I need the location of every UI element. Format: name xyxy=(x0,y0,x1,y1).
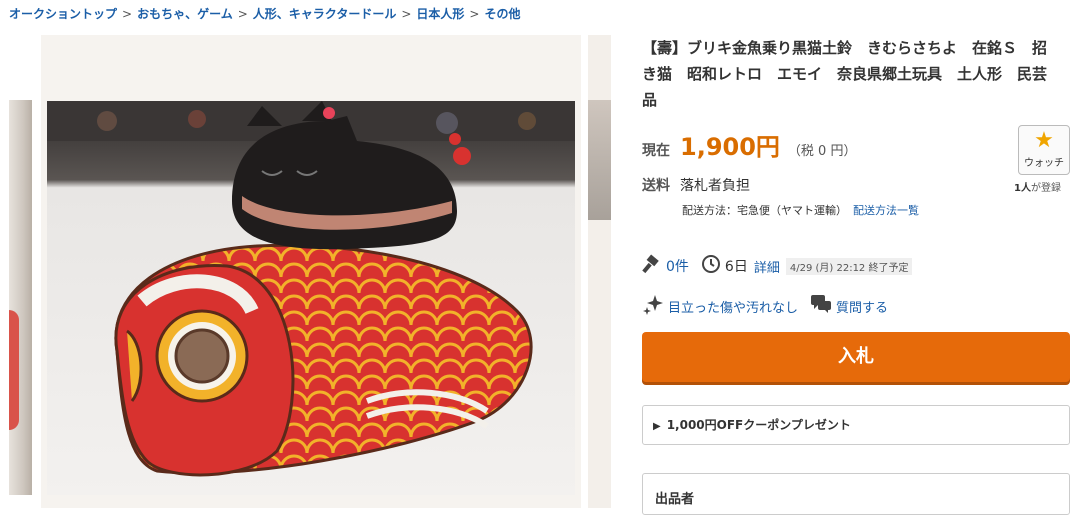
auction-meta: 0件 6日 詳細 4/29 (月) 22:12 終了予定 xyxy=(642,254,913,278)
product-photo-illustration xyxy=(47,101,575,495)
current-price-label: 現在 xyxy=(642,143,670,159)
breadcrumb-japanese-dolls[interactable]: 日本人形 xyxy=(416,7,464,21)
seller-section: 出品者 xyxy=(642,473,1070,515)
current-price: 1,900円 xyxy=(680,133,780,161)
breadcrumb-auction-top[interactable]: オークショントップ xyxy=(9,7,117,21)
seller-label: 出品者 xyxy=(655,492,695,507)
next-image-preview[interactable] xyxy=(588,35,611,508)
shipping-value: 落札者負担 xyxy=(680,178,750,194)
star-icon: ★ xyxy=(1034,128,1054,153)
breadcrumb: オークショントップ > おもちゃ、ゲーム > 人形、キャラクタードール > 日本人形 > その他 xyxy=(9,7,521,21)
breadcrumb-dolls-characters[interactable]: 人形、キャラクタードール xyxy=(253,7,397,21)
shipping-methods-link[interactable]: 配送方法一覧 xyxy=(853,204,919,217)
sparkle-icon xyxy=(642,293,664,319)
item-title: 【壽】ブリキ金魚乗り黒猫土鈴 きむらさちよ 在銘Ｓ 招き猫 昭和レトロ エモイ … xyxy=(642,39,1048,109)
item-info-panel: 【壽】ブリキ金魚乗り黒猫土鈴 きむらさちよ 在銘Ｓ 招き猫 昭和レトロ エモイ … xyxy=(642,35,1070,515)
ask-question-link[interactable]: 質問する xyxy=(836,297,888,316)
hammer-icon xyxy=(642,254,662,278)
end-time: 4/29 (月) 22:12 終了予定 xyxy=(785,257,913,275)
main-product-image[interactable] xyxy=(41,35,581,508)
end-time-detail-link[interactable]: 詳細 xyxy=(754,257,780,276)
watch-button[interactable]: ★ ウォッチ xyxy=(1018,125,1070,175)
triangle-right-icon: ▶ xyxy=(653,421,661,432)
bid-button[interactable]: 入札 xyxy=(642,332,1070,382)
shipping-label: 送料 xyxy=(642,178,670,194)
breadcrumb-toys-games[interactable]: おもちゃ、ゲーム xyxy=(137,7,233,21)
clock-icon xyxy=(701,254,721,278)
coupon-banner[interactable]: ▶ 1,000円OFFクーポンプレゼント xyxy=(642,405,1070,445)
time-left: 6日 xyxy=(724,259,748,275)
watch-count: 1人が登録 xyxy=(1014,183,1061,194)
coupon-text: 1,000円OFFクーポンプレゼント xyxy=(666,418,851,432)
shipping-method: 配送方法：宅急便（ヤマト運輸） 配送方法一覧 xyxy=(682,204,919,217)
price-row: 現在 1,900円 （税 0 円） xyxy=(642,127,856,162)
bid-count[interactable]: 0件 xyxy=(666,256,689,276)
breadcrumb-other[interactable]: その他 xyxy=(484,7,520,21)
condition-text[interactable]: 目立った傷や汚れなし xyxy=(668,297,798,316)
image-gallery xyxy=(9,35,611,508)
condition-row: 目立った傷や汚れなし 質問する xyxy=(642,293,888,319)
watch-label: ウォッチ xyxy=(1024,158,1064,169)
shipping-row: 送料 落札者負担 xyxy=(642,175,750,195)
chat-icon xyxy=(810,294,832,318)
previous-image-preview[interactable] xyxy=(9,100,32,495)
tax-amount: （税 0 円） xyxy=(787,144,857,159)
